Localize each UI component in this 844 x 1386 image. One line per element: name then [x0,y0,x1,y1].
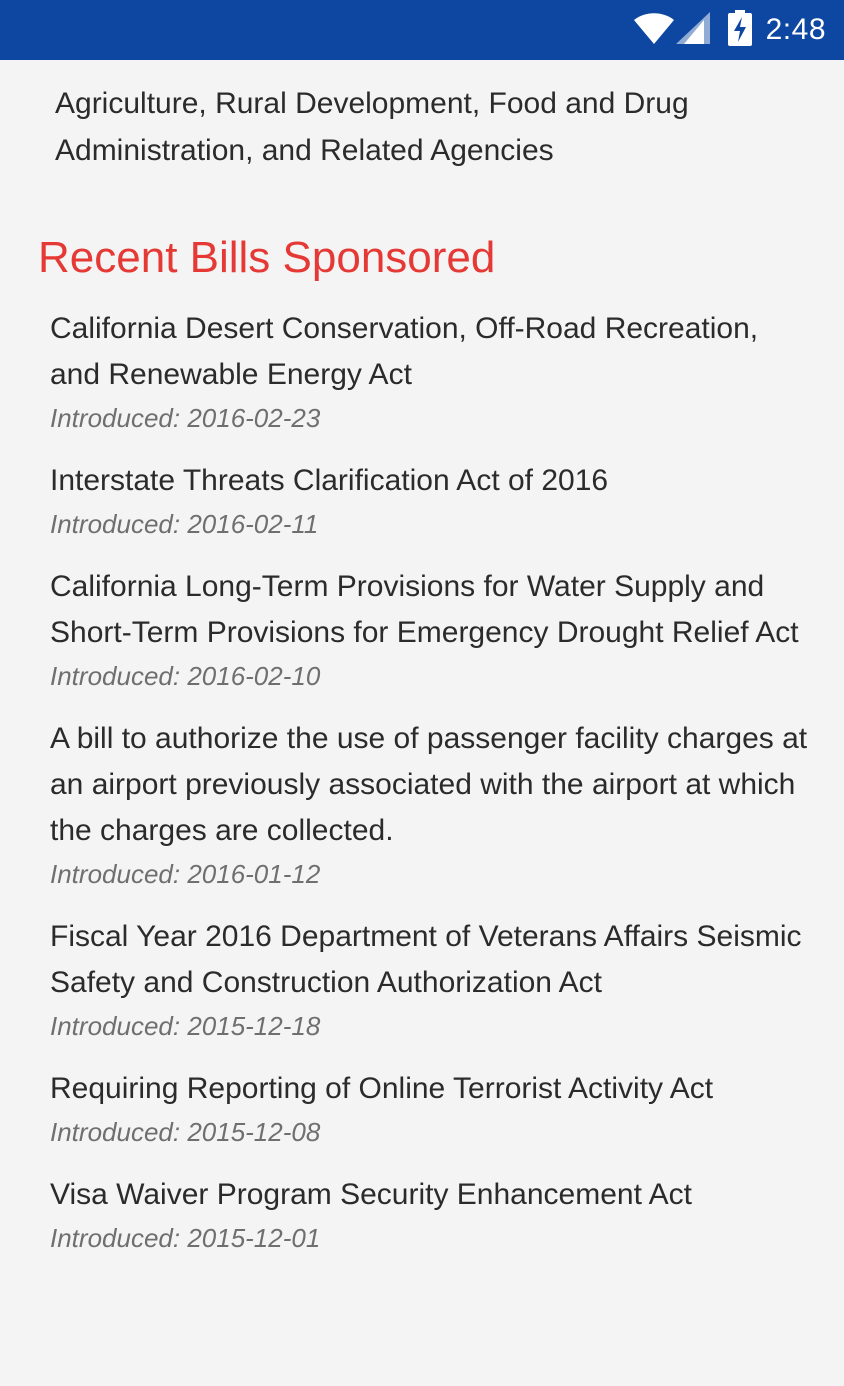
wifi-icon [633,11,674,50]
bill-introduced-date: Introduced: 2016-02-11 [50,509,319,539]
bill-item[interactable]: A bill to authorize the use of passenger… [50,716,810,892]
cell-signal-icon [675,11,710,49]
bill-title[interactable]: Fiscal Year 2016 Department of Veterans … [50,914,810,1006]
status-bar: 2:48 [0,0,844,60]
bill-title[interactable]: California Long-Term Provisions for Wate… [50,564,810,656]
bill-item[interactable]: California Desert Conservation, Off-Road… [50,306,810,436]
status-time: 2:48 [765,13,826,46]
bill-introduced-date: Introduced: 2015-12-01 [50,1223,321,1253]
bill-item[interactable]: Fiscal Year 2016 Department of Veterans … [50,914,810,1044]
bill-item[interactable]: Visa Waiver Program Security Enhancement… [50,1172,810,1256]
bill-introduced-date: Introduced: 2015-12-08 [50,1117,321,1147]
committee-text: Agriculture, Rural Development, Food and… [55,87,689,167]
section-title-recent-bills: Recent Bills Sponsored [38,233,496,282]
bill-title[interactable]: A bill to authorize the use of passenger… [50,716,810,854]
bill-introduced-date: Introduced: 2016-02-23 [50,403,321,433]
battery-charging-icon [727,9,752,51]
bills-list: California Desert Conservation, Off-Road… [50,306,810,1278]
bill-title[interactable]: California Desert Conservation, Off-Road… [50,306,810,398]
bill-title[interactable]: Interstate Threats Clarification Act of … [50,458,810,504]
bill-introduced-date: Introduced: 2016-01-12 [50,859,321,889]
bill-item[interactable]: Requiring Reporting of Online Terrorist … [50,1066,810,1150]
bill-introduced-date: Introduced: 2015-12-18 [50,1011,321,1041]
bill-introduced-date: Introduced: 2016-02-10 [50,661,321,691]
bill-title[interactable]: Requiring Reporting of Online Terrorist … [50,1066,810,1112]
status-icons: 2:48 [633,0,826,60]
bill-item[interactable]: California Long-Term Provisions for Wate… [50,564,810,694]
bill-title[interactable]: Visa Waiver Program Security Enhancement… [50,1172,810,1218]
bill-item[interactable]: Interstate Threats Clarification Act of … [50,458,810,542]
